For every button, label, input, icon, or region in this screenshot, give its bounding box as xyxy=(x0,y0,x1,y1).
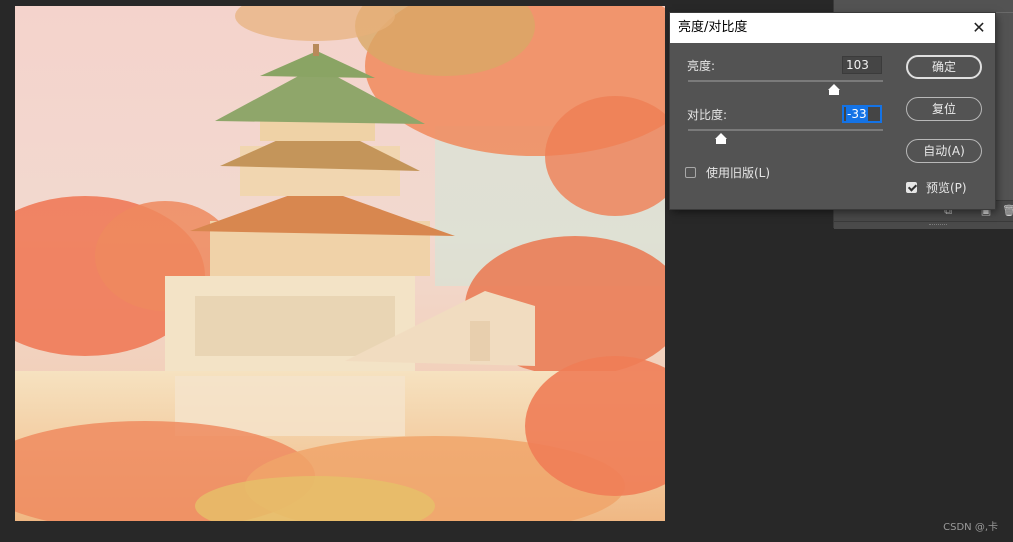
dialog-titlebar[interactable]: 亮度/对比度 ✕ xyxy=(670,13,995,43)
auto-button[interactable]: 自动(A) xyxy=(906,139,982,163)
legacy-checkbox[interactable] xyxy=(685,167,696,178)
contrast-label: 对比度: xyxy=(687,108,728,122)
pavilion-photo xyxy=(15,6,665,521)
preview-checkbox[interactable] xyxy=(906,182,917,193)
brightness-slider-track[interactable] xyxy=(688,80,883,82)
reset-button[interactable]: 复位 xyxy=(906,97,982,121)
brightness-contrast-dialog: 亮度/对比度 ✕ 亮度: 103 对比度: -33 使用旧版(L) 确定 复位 … xyxy=(670,13,995,209)
preview-label[interactable]: 预览(P) xyxy=(926,181,967,195)
close-icon[interactable]: ✕ xyxy=(969,18,989,38)
contrast-input[interactable]: -33 xyxy=(842,105,882,123)
brightness-input[interactable]: 103 xyxy=(842,56,882,74)
legacy-label[interactable]: 使用旧版(L) xyxy=(706,166,770,180)
dialog-title: 亮度/对比度 xyxy=(678,20,748,35)
trash-icon[interactable]: 🗑 xyxy=(1002,205,1013,217)
photoshop-workspace: ⧉ ▣ 🗑 亮度/对比度 ✕ 亮度: 103 对比度: -33 使用旧版(L) … xyxy=(0,0,1013,542)
brightness-label: 亮度: xyxy=(687,59,716,73)
ok-button[interactable]: 确定 xyxy=(906,55,982,79)
document-canvas[interactable] xyxy=(15,6,665,521)
watermark: CSDN @,卡 xyxy=(943,522,998,533)
panel-resize-grip[interactable] xyxy=(834,221,1013,229)
contrast-slider-track[interactable] xyxy=(688,129,883,131)
